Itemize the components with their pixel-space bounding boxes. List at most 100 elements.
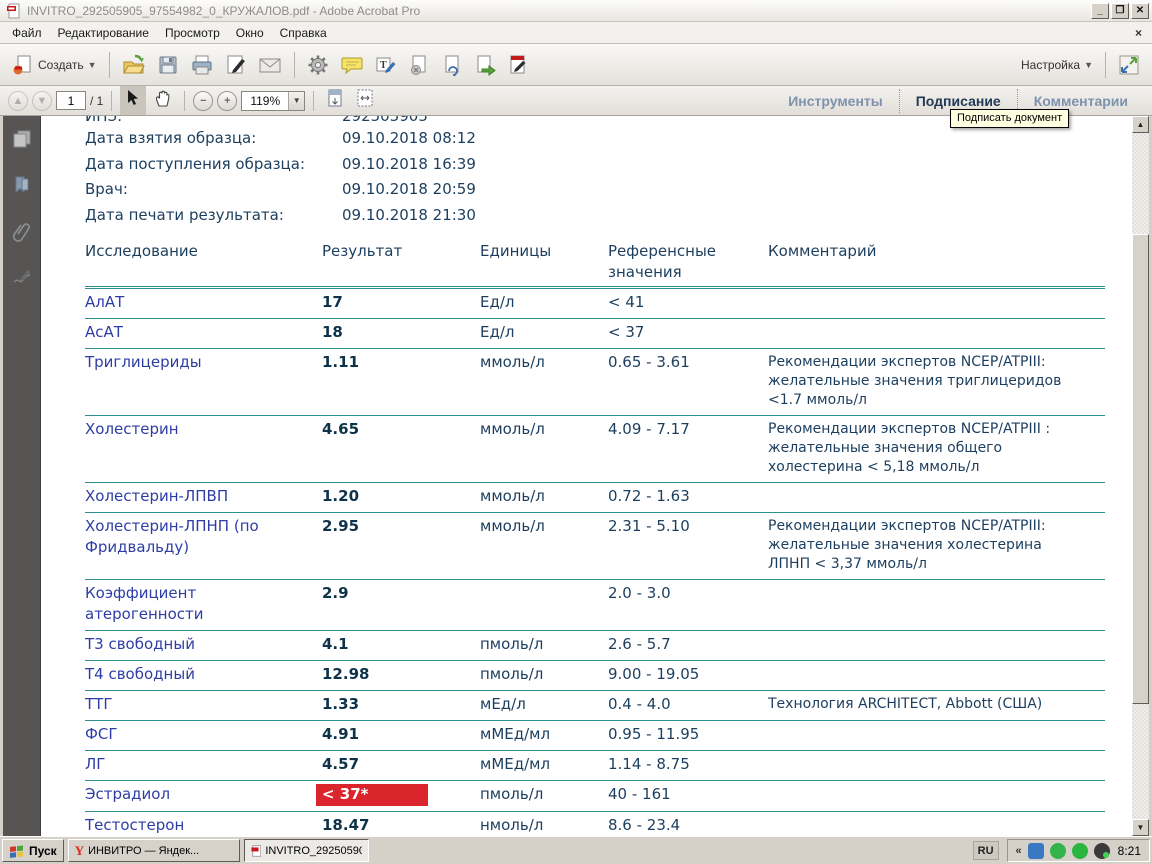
test-name: Т3 свободный <box>85 634 322 655</box>
scroll-mode-button[interactable] <box>322 85 348 116</box>
create-button[interactable]: Создать ▼ <box>8 51 101 79</box>
doc-export-icon <box>474 54 496 76</box>
menu-item[interactable]: Редактирование <box>50 24 157 42</box>
tools-pane-button[interactable]: Инструменты <box>772 93 899 109</box>
minimize-button[interactable]: _ <box>1091 3 1109 19</box>
scroll-up-icon[interactable]: ▲ <box>1132 116 1149 133</box>
open-button[interactable] <box>118 51 150 79</box>
info-label: Дата печати результата: <box>85 203 342 229</box>
column-header: Единицы <box>480 241 608 283</box>
windows-logo-icon <box>9 844 25 858</box>
tray-icon-2[interactable] <box>1050 843 1066 859</box>
page-number-input[interactable] <box>56 91 86 110</box>
reference-range: 0.95 - 11.95 <box>608 724 768 745</box>
reference-range: < 41 <box>608 292 768 313</box>
test-comment <box>768 754 1088 775</box>
language-indicator[interactable]: RU <box>973 841 999 860</box>
zoom-level-select[interactable]: 119% ▼ <box>241 91 305 111</box>
sign-pen-button[interactable] <box>221 51 251 79</box>
test-units: ммоль/л <box>480 486 608 507</box>
doc-clip-button[interactable] <box>404 51 434 79</box>
info-value: 09.10.2018 08:12 <box>342 126 1132 152</box>
menu-item[interactable]: Просмотр <box>157 24 228 42</box>
results-table: Исследование Результат Единицы Референсн… <box>85 239 1105 836</box>
page-count-label: / 1 <box>90 94 103 108</box>
save-button[interactable] <box>153 51 183 79</box>
close-document-icon[interactable]: × <box>1129 26 1148 40</box>
zoom-in-button[interactable]: + <box>217 91 237 111</box>
tray-icon-1[interactable] <box>1028 843 1044 859</box>
print-button[interactable] <box>186 51 218 79</box>
test-comment: Рекомендации экспертов NCEP/ATPIII: жела… <box>768 516 1088 574</box>
menu-item[interactable]: Окно <box>228 24 272 42</box>
fullscreen-button[interactable] <box>1114 51 1144 79</box>
taskbar-task-acrobat[interactable]: INVITRO_29250590... <box>244 839 369 862</box>
test-result: 2.9 <box>322 584 349 602</box>
table-row: АлАТ 17 Ед/л < 41 <box>85 289 1105 319</box>
tray-chevron-icon[interactable]: « <box>1016 845 1022 857</box>
menu-item[interactable]: Справка <box>272 24 335 42</box>
test-result: 12.98 <box>322 665 369 683</box>
scroll-down-icon[interactable]: ▼ <box>1132 819 1149 836</box>
chevron-down-icon[interactable]: ▼ <box>288 92 304 110</box>
doc-sign-button[interactable] <box>503 51 533 79</box>
close-button[interactable]: ✕ <box>1131 3 1149 19</box>
clock: 8:21 <box>1118 844 1141 858</box>
test-comment <box>768 322 1088 343</box>
save-icon <box>157 54 179 76</box>
title-bar: INVITRO_292505905_97554982_0_КРУЖАЛОВ.pd… <box>0 0 1152 22</box>
hand-tool-button[interactable] <box>150 86 176 115</box>
doc-attach-button[interactable] <box>437 51 467 79</box>
bookmarks-icon[interactable] <box>11 174 33 196</box>
table-row: Т3 свободный 4.1 пмоль/л 2.6 - 5.7 <box>85 631 1105 661</box>
test-result: 18.47 <box>322 816 369 834</box>
test-units: мЕд/л <box>480 694 608 715</box>
preferences-button[interactable] <box>303 51 333 79</box>
reference-range: 0.72 - 1.63 <box>608 486 768 507</box>
zoom-out-button[interactable]: − <box>193 91 213 111</box>
test-result: 17 <box>322 293 343 311</box>
doc-attach-icon <box>441 54 463 76</box>
gear-icon <box>307 54 329 76</box>
settings-button[interactable]: Настройка ▼ <box>1017 55 1097 75</box>
comment-icon <box>340 55 364 75</box>
comment-button[interactable] <box>336 52 368 78</box>
comments-pane-button[interactable]: Комментарии <box>1018 93 1144 109</box>
typewriter-button[interactable]: T <box>371 51 401 79</box>
fit-page-button[interactable] <box>352 85 378 116</box>
test-result: 18 <box>322 323 343 341</box>
select-cursor-icon <box>123 89 143 107</box>
open-folder-icon <box>122 54 146 76</box>
settings-label: Настройка <box>1021 58 1080 72</box>
doc-clip-icon <box>408 54 430 76</box>
page-thumbnails-icon[interactable] <box>11 128 33 150</box>
info-row: Дата взятия образца: 09.10.2018 08:12 <box>85 126 1132 152</box>
table-row: Тестостерон 18.47 нмоль/л 8.6 - 23.4 <box>85 812 1105 836</box>
test-result: 4.57 <box>322 755 359 773</box>
vertical-scrollbar[interactable]: ▲ ▼ <box>1132 116 1149 836</box>
acrobat-window: INVITRO_292505905_97554982_0_КРУЖАЛОВ.pd… <box>0 0 1152 864</box>
next-page-button[interactable]: ▼ <box>32 91 52 111</box>
signatures-icon[interactable] <box>11 266 33 288</box>
taskbar-task-browser[interactable]: Y ИНВИТРО — Яндек... <box>68 839 240 862</box>
test-name: Холестерин-ЛПВП <box>85 486 322 507</box>
taskbar: Пуск Y ИНВИТРО — Яндек... INVITRO_292505… <box>0 836 1152 864</box>
previous-page-button[interactable]: ▲ <box>8 91 28 111</box>
test-result: 1.11 <box>322 353 359 371</box>
menu-item[interactable]: Файл <box>4 24 50 42</box>
scrollbar-thumb[interactable] <box>1132 234 1149 704</box>
restore-button[interactable]: ❐ <box>1111 3 1129 19</box>
email-button[interactable] <box>254 52 286 78</box>
doc-export-button[interactable] <box>470 51 500 79</box>
tray-icon-3[interactable] <box>1072 843 1088 859</box>
reference-range: 2.31 - 5.10 <box>608 516 768 574</box>
start-button[interactable]: Пуск <box>2 839 64 862</box>
tray-icon-4[interactable] <box>1094 843 1110 859</box>
create-icon <box>12 54 34 76</box>
navigation-pane <box>3 116 41 836</box>
sign-pane-button[interactable]: Подписание <box>900 93 1017 109</box>
pdf-app-icon <box>6 3 22 19</box>
select-tool-button[interactable] <box>120 86 146 115</box>
table-row: Холестерин-ЛПВП 1.20 ммоль/л 0.72 - 1.63 <box>85 483 1105 513</box>
attachments-icon[interactable] <box>11 220 33 242</box>
